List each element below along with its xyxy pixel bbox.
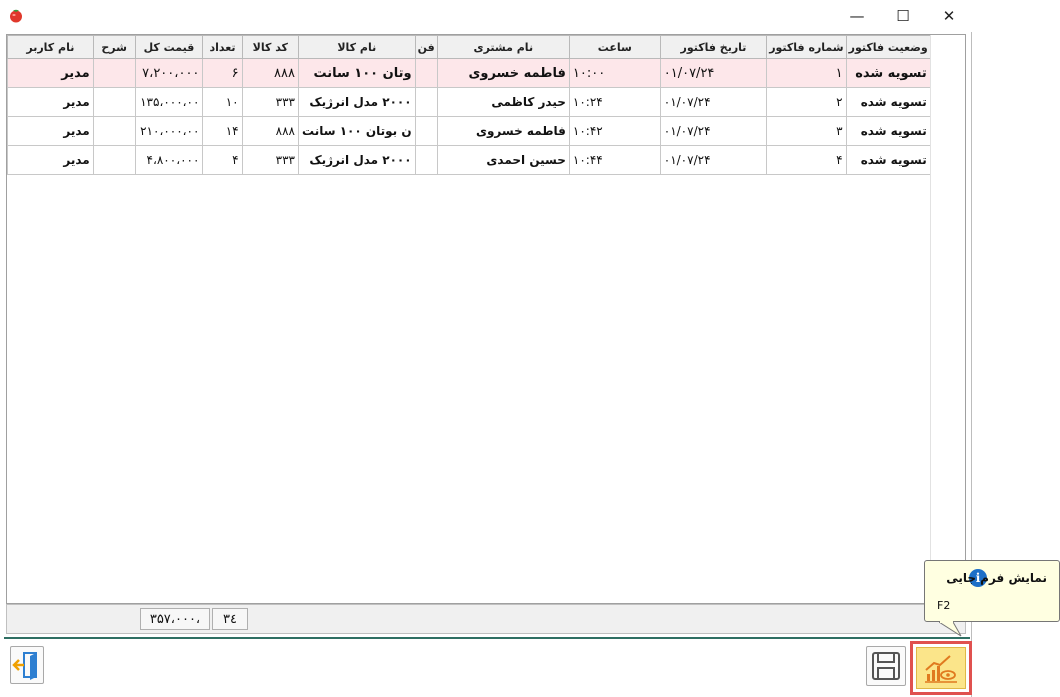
table-cell[interactable]: مدیر	[7, 87, 94, 117]
column-header[interactable]: فن	[414, 35, 438, 59]
table-cell[interactable]: تسویه شده	[845, 58, 931, 88]
column-header[interactable]: کد کالا	[241, 35, 300, 59]
table-cell[interactable]: ۴	[766, 145, 847, 175]
table-cell[interactable]: ۲۰۰۰ مدل انرژیک	[298, 145, 416, 175]
column-header[interactable]: وضعیت فاکتور	[845, 35, 931, 59]
table-cell[interactable]	[92, 87, 136, 117]
floppy-disk-icon	[872, 652, 900, 680]
table-cell[interactable]: حیدر کاظمی	[436, 87, 570, 117]
table-cell[interactable]	[414, 87, 438, 117]
table-cell[interactable]	[92, 145, 136, 175]
invoice-table: نام کاربر شرح قیمت کل تعداد کد کالا نام کالا ف…	[7, 35, 966, 175]
column-header[interactable]: تاریخ فاکتور	[659, 35, 768, 59]
exit-door-icon	[12, 652, 37, 680]
invoice-window: — ☐ ✕ نام کاربر شرح قیمت کل تعداد کد کالا نام…	[0, 0, 972, 697]
table-cell[interactable]: ن بوتان ۱۰۰ سانت	[298, 116, 416, 146]
grid-vertical-scroll[interactable]	[930, 35, 965, 603]
table-cell[interactable]: ۲۱۰،۰۰۰،۰۰	[134, 116, 204, 146]
tomato-app-icon	[10, 9, 22, 23]
table-cell[interactable]: ۸۸۸	[241, 58, 300, 88]
table-cell[interactable]: ۰۱/۰۷/۲۴	[659, 116, 768, 146]
table-cell[interactable]: ۶	[202, 58, 243, 88]
table-cell[interactable]	[92, 116, 136, 146]
table-cell[interactable]: ۳۳۳	[241, 87, 300, 117]
table-cell[interactable]: ۰۱/۰۷/۲۴	[659, 87, 768, 117]
table-cell[interactable]: مدیر	[7, 116, 94, 146]
footer-separator	[4, 637, 970, 639]
table-cell[interactable]: تسویه شده	[845, 87, 931, 117]
table-cell[interactable]: وتان ۱۰۰ سانت	[298, 58, 416, 88]
table-cell[interactable]: حسین احمدی	[436, 145, 570, 175]
save-button[interactable]	[866, 646, 906, 686]
table-row[interactable]: مدیر ۷،۲۰۰،۰۰۰ ۶ ۸۸۸ وتان ۱۰۰ سانت فاطمه خسرو…	[7, 58, 966, 88]
total-price-cell: ۳۵۷،۰۰۰،	[140, 608, 210, 630]
table-cell[interactable]	[414, 145, 438, 175]
shortcut-tooltip: i نمایش فرم جایی F2	[924, 560, 1060, 637]
table-cell[interactable]: ۱۴	[202, 116, 243, 146]
table-cell[interactable]: تسویه شده	[845, 116, 931, 146]
table-cell[interactable]	[414, 116, 438, 146]
column-header[interactable]: قیمت کل	[134, 35, 204, 59]
table-cell[interactable]: ۳۳۳	[241, 145, 300, 175]
table-cell[interactable]	[92, 58, 136, 88]
table-cell[interactable]: ۱۳۵،۰۰۰،۰۰	[134, 87, 204, 117]
table-row[interactable]: مدیر ۱۳۵،۰۰۰،۰۰ ۱۰ ۳۳۳ ۲۰۰۰ مدل انرژیک حیدر ک…	[7, 87, 966, 117]
maximize-button[interactable]: ☐	[880, 0, 926, 32]
table-row[interactable]: مدیر ۴،۸۰۰،۰۰۰ ۴ ۳۳۳ ۲۰۰۰ مدل انرژیک حسین احم…	[7, 145, 966, 175]
table-cell[interactable]: فاطمه خسروی	[436, 116, 570, 146]
invoice-grid[interactable]: نام کاربر شرح قیمت کل تعداد کد کالا نام کالا ف…	[6, 34, 966, 604]
title-bar: — ☐ ✕	[0, 0, 972, 32]
table-cell[interactable]: ۱۰	[202, 87, 243, 117]
column-header[interactable]: شماره فاکتور	[766, 35, 847, 59]
column-header[interactable]: نام کاربر	[7, 35, 94, 59]
table-cell[interactable]: ۱۰:۰۰	[568, 58, 661, 88]
table-cell[interactable]: ۱۰:۴۲	[568, 116, 661, 146]
exit-button[interactable]	[10, 646, 44, 684]
grid-header-row: نام کاربر شرح قیمت کل تعداد کد کالا نام کالا ف…	[7, 35, 966, 59]
column-header[interactable]: ساعت	[568, 35, 661, 59]
total-qty-cell: ۳٤	[212, 608, 248, 630]
minimize-button[interactable]: —	[834, 0, 880, 32]
table-cell[interactable]: مدیر	[7, 58, 94, 88]
table-cell[interactable]: مدیر	[7, 145, 94, 175]
table-cell[interactable]: ۳	[766, 116, 847, 146]
column-header[interactable]: نام کالا	[298, 35, 416, 59]
close-button[interactable]: ✕	[926, 0, 972, 32]
table-cell[interactable]: ۰۱/۰۷/۲۴	[659, 58, 768, 88]
table-cell[interactable]: ۱۰:۴۴	[568, 145, 661, 175]
column-header[interactable]: نام مشتری	[436, 35, 570, 59]
tooltip-title: نمایش فرم جایی	[946, 571, 1047, 585]
chart-view-button[interactable]	[910, 641, 972, 695]
table-cell[interactable]: ۲۰۰۰ مدل انرژیک	[298, 87, 416, 117]
column-header[interactable]: شرح	[92, 35, 136, 59]
tooltip-pointer	[939, 621, 962, 637]
table-cell[interactable]	[414, 58, 438, 88]
column-header[interactable]: تعداد	[202, 35, 243, 59]
table-cell[interactable]: ۱۰:۲۴	[568, 87, 661, 117]
table-cell[interactable]: فاطمه خسروی	[436, 58, 570, 88]
table-cell[interactable]: ۴،۸۰۰،۰۰۰	[134, 145, 204, 175]
chart-eye-icon	[925, 655, 957, 683]
table-cell[interactable]: ۷،۲۰۰،۰۰۰	[134, 58, 204, 88]
table-cell[interactable]: ۸۸۸	[241, 116, 300, 146]
table-cell[interactable]: ۲	[766, 87, 847, 117]
totals-bar: ۳۵۷،۰۰۰، ۳٤	[6, 604, 966, 634]
table-cell[interactable]: ۰۱/۰۷/۲۴	[659, 145, 768, 175]
tooltip-shortcut: F2	[937, 599, 951, 612]
table-cell[interactable]: تسویه شده	[845, 145, 931, 175]
table-cell[interactable]: ۴	[202, 145, 243, 175]
table-cell[interactable]: ۱	[766, 58, 847, 88]
table-row[interactable]: مدیر ۲۱۰،۰۰۰،۰۰ ۱۴ ۸۸۸ ن بوتان ۱۰۰ سانت فاطمه…	[7, 116, 966, 146]
